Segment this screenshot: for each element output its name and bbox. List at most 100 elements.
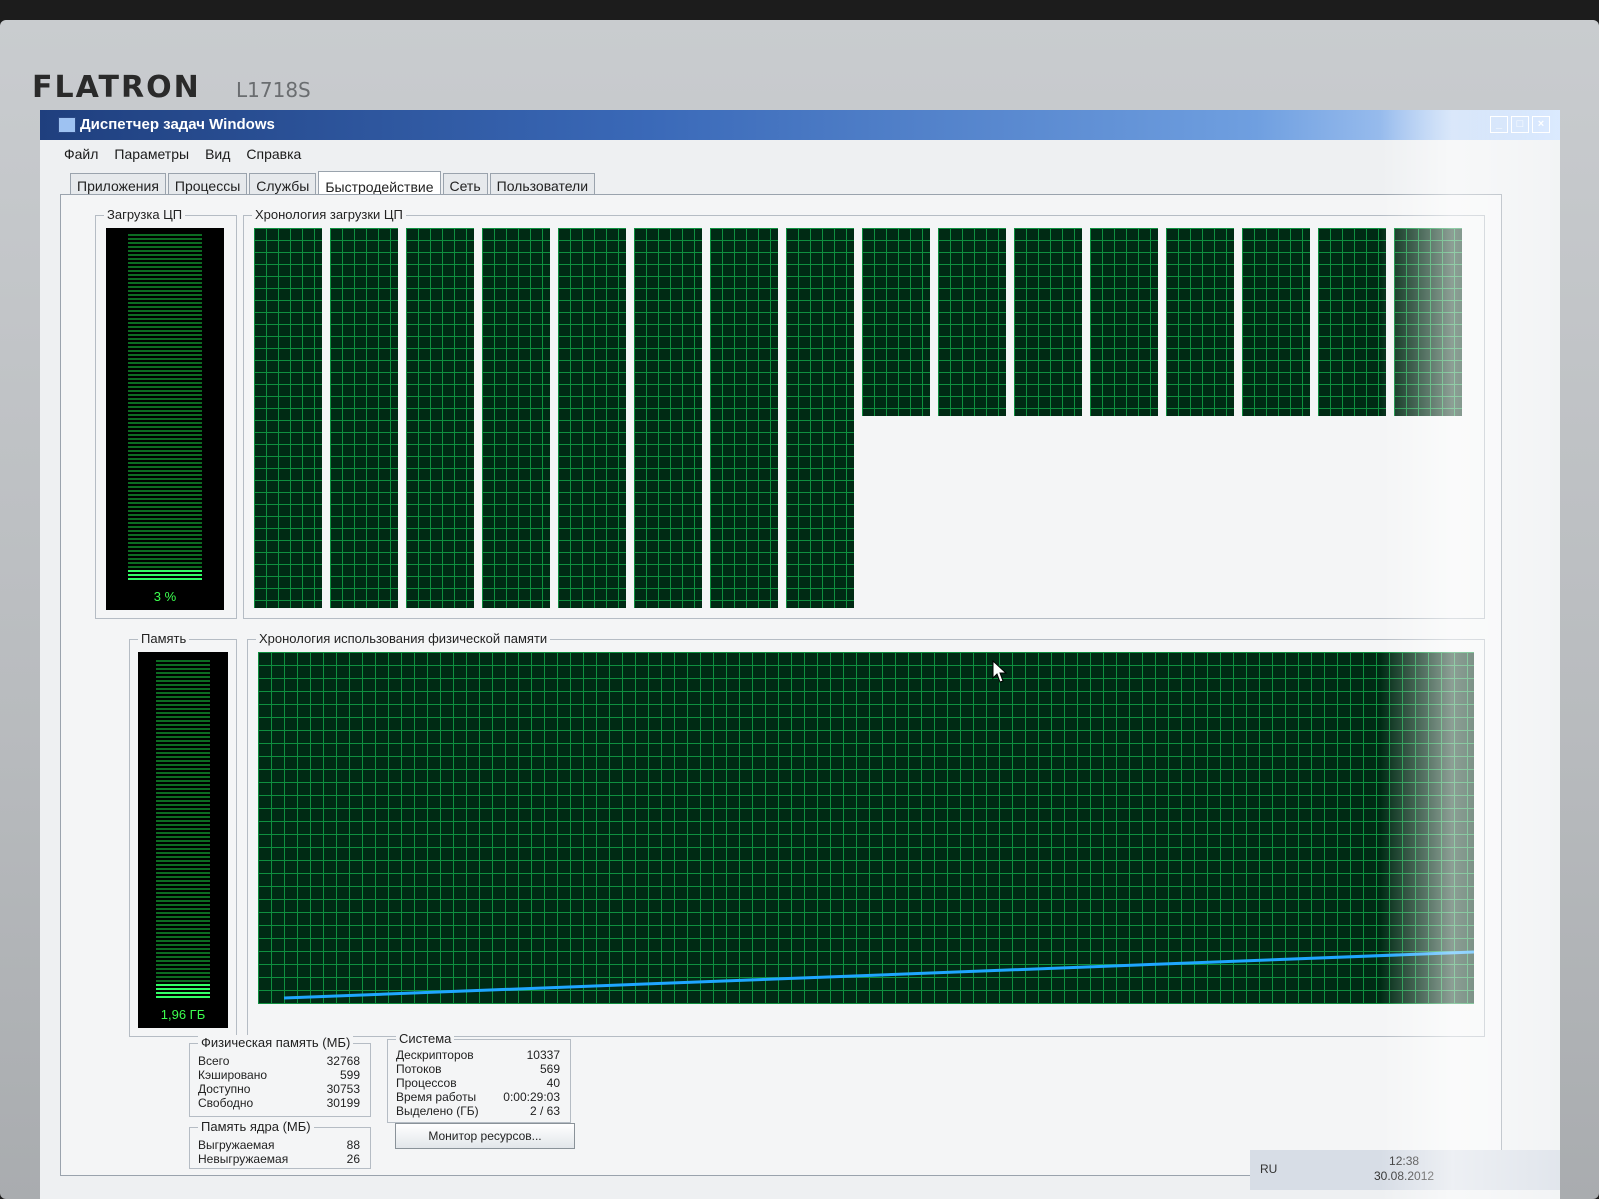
cpu-usage-value: 3 % (153, 589, 177, 604)
memory-meter-bars (156, 658, 210, 998)
kernel-memory-table: Выгружаемая 88 Невыгружаемая 26 (198, 1138, 360, 1166)
stat-value: 26 (346, 1152, 360, 1166)
cpu-core-graph (1242, 228, 1310, 416)
stat-label: Доступно (198, 1082, 251, 1096)
stat-label: Свободно (198, 1096, 254, 1110)
stat-row: Потоков 569 (396, 1062, 560, 1076)
cpu-core-graph (482, 228, 550, 608)
menu-bar: Файл Параметры Вид Справка (64, 146, 301, 162)
physical-memory-table: Всего 32768 Кэшировано 599 Доступно 30753 С… (198, 1054, 360, 1110)
stat-row: Выгружаемая 88 (198, 1138, 360, 1152)
cpu-history-label: Хронология загрузки ЦП (252, 207, 406, 222)
physical-memory-title: Физическая память (МБ) (198, 1035, 354, 1050)
menu-options[interactable]: Параметры (114, 146, 189, 162)
memory-usage-label: Память (138, 631, 190, 646)
stat-value: 10337 (526, 1048, 560, 1062)
window-controls: _ □ × (1490, 116, 1550, 133)
mouse-cursor-icon (992, 660, 1008, 683)
cpu-core-graph (254, 228, 322, 608)
clock-time: 12:38 (1389, 1154, 1420, 1168)
stat-value: 569 (539, 1062, 560, 1076)
task-manager-icon (58, 117, 76, 133)
stat-row: Доступно 30753 (198, 1082, 360, 1096)
stat-value: 2 / 63 (529, 1104, 560, 1118)
stat-label: Кэшировано (198, 1068, 268, 1082)
performance-tab-panel: Загрузка ЦП 3 % Хронология загрузки ЦП П… (60, 194, 1502, 1176)
memory-usage-meter: 1,96 ГБ (138, 652, 228, 1028)
cpu-core-graph (1014, 228, 1082, 416)
stat-value: 32768 (326, 1054, 360, 1068)
system-group: Система Дескрипторов 10337 Потоков 569 Про… (387, 1031, 571, 1123)
cpu-core-graph (1166, 228, 1234, 416)
memory-history-group: Хронология использования физической памя… (247, 631, 1485, 1037)
stat-label: Невыгружаемая (198, 1152, 289, 1166)
cpu-meter-fill (128, 570, 202, 580)
stat-value: 0:00:29:03 (503, 1090, 560, 1104)
stat-label: Всего (198, 1054, 230, 1068)
window-title: Диспетчер задач Windows (80, 116, 275, 133)
stat-row: Процессов 40 (396, 1076, 560, 1090)
cpu-usage-group: Загрузка ЦП 3 % (95, 207, 237, 619)
menu-file[interactable]: Файл (64, 146, 98, 162)
stat-value: 30199 (326, 1096, 360, 1110)
physical-memory-group: Физическая память (МБ) Всего 32768 Кэширо… (189, 1035, 371, 1117)
language-indicator[interactable]: RU (1260, 1162, 1277, 1176)
menu-view[interactable]: Вид (205, 146, 230, 162)
stat-row: Свободно 30199 (198, 1096, 360, 1110)
stat-label: Время работы (396, 1090, 477, 1104)
stat-value: 30753 (326, 1082, 360, 1096)
cpu-core-graph (1394, 228, 1462, 416)
memory-history-label: Хронология использования физической памя… (256, 631, 551, 646)
taskbar-tray: RU 12:38 30.08.2012 (1250, 1150, 1560, 1190)
stat-label: Процессов (396, 1076, 457, 1090)
cpu-meter-bars (128, 234, 202, 580)
maximize-button[interactable]: □ (1511, 116, 1529, 133)
memory-usage-value: 1,96 ГБ (160, 1007, 206, 1022)
memory-usage-group: Память 1,96 ГБ (129, 631, 237, 1037)
memory-meter-fill (156, 982, 210, 998)
cpu-core-graph (710, 228, 778, 608)
stat-row: Невыгружаемая 26 (198, 1152, 360, 1166)
cpu-core-graph (1318, 228, 1386, 416)
stat-row: Всего 32768 (198, 1054, 360, 1068)
stat-value: 599 (339, 1068, 360, 1082)
cpu-core-graph (1090, 228, 1158, 416)
memory-usage-line (283, 950, 1474, 1000)
stat-row: Дескрипторов 10337 (396, 1048, 560, 1062)
cpu-core-graph (558, 228, 626, 608)
cpu-core-graph (938, 228, 1006, 416)
monitor-model-label: L1718S (236, 78, 311, 102)
cpu-usage-label: Загрузка ЦП (104, 207, 186, 222)
monitor-brand-logo: FLATRON (32, 70, 201, 105)
resource-monitor-button[interactable]: Монитор ресурсов... (395, 1123, 575, 1149)
stat-label: Дескрипторов (396, 1048, 474, 1062)
memory-history-graph (258, 652, 1474, 1004)
window-titlebar[interactable]: Диспетчер задач Windows _ □ × (40, 110, 1560, 140)
clock-date: 30.08.2012 (1374, 1169, 1435, 1183)
menu-help[interactable]: Справка (246, 146, 301, 162)
kernel-memory-title: Память ядра (МБ) (198, 1119, 314, 1134)
system-title: Система (396, 1031, 455, 1046)
stat-row: Время работы 0:00:29:03 (396, 1090, 560, 1104)
tray-clock[interactable]: 12:38 30.08.2012 (1374, 1154, 1434, 1184)
cpu-core-graph (786, 228, 854, 608)
stat-value: 40 (546, 1076, 560, 1090)
stat-value: 88 (346, 1138, 360, 1152)
stat-row: Кэшировано 599 (198, 1068, 360, 1082)
cpu-usage-meter: 3 % (106, 228, 224, 610)
cpu-history-group: Хронология загрузки ЦП (243, 207, 1485, 619)
minimize-button[interactable]: _ (1490, 116, 1508, 133)
system-table: Дескрипторов 10337 Потоков 569 Процессов 40… (396, 1048, 560, 1118)
stat-label: Потоков (396, 1062, 442, 1076)
close-button[interactable]: × (1532, 116, 1550, 133)
cpu-core-graph (634, 228, 702, 608)
memory-history-svg (283, 950, 1474, 1000)
kernel-memory-group: Память ядра (МБ) Выгружаемая 88 Невыгружа… (189, 1119, 371, 1169)
cpu-core-graph (330, 228, 398, 608)
stat-label: Выгружаемая (198, 1138, 275, 1152)
cpu-core-graph (862, 228, 930, 416)
cpu-core-graph (406, 228, 474, 608)
stat-label: Выделено (ГБ) (396, 1104, 479, 1118)
stat-row: Выделено (ГБ) 2 / 63 (396, 1104, 560, 1118)
screen: Диспетчер задач Windows _ □ × Файл Парам… (40, 110, 1560, 1199)
